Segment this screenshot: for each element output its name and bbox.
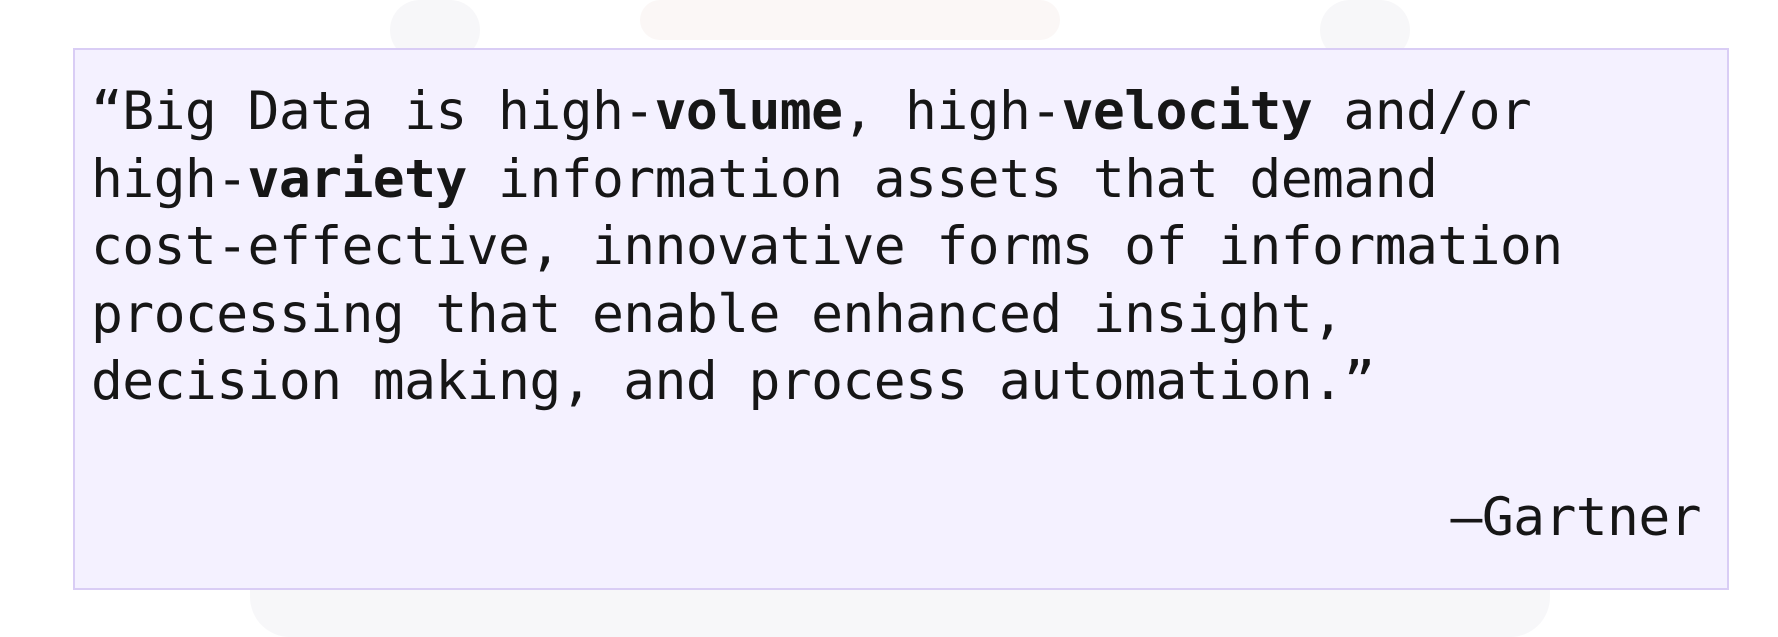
quote-emphasis-variety: variety [247,148,468,210]
quote-segment: and/or [1312,81,1532,142]
quote-attribution: —Gartner [1450,487,1702,548]
quote-line-1: “Big Data is high-volume, high-velocity … [91,78,1721,146]
quote-line-3: cost-effective, innovative forms of info… [91,213,1721,281]
quote-text: “Big Data is high-volume, high-velocity … [91,78,1721,416]
quote-card: “Big Data is high-volume, high-velocity … [73,48,1729,590]
quote-segment: “Big Data is high- [91,81,655,142]
quote-emphasis-volume: volume [654,81,843,142]
quote-segment: , high- [842,81,1062,142]
quote-segment: processing that enable enhanced insight, [91,283,1344,345]
quote-segment: high- [91,148,248,210]
quote-line-2: high-variety information assets that dem… [91,146,1721,214]
quote-segment: cost-effective, innovative forms of info… [91,216,1563,277]
quote-segment: decision making, and process automation.… [91,351,1375,412]
quote-segment: information assets that demand [466,148,1438,210]
background-shape [640,0,1060,40]
background-shape [250,590,1550,637]
quote-line-4: processing that enable enhanced insight, [91,281,1721,349]
quote-line-5: decision making, and process automation.… [91,348,1721,416]
quote-emphasis-velocity: velocity [1061,81,1313,142]
